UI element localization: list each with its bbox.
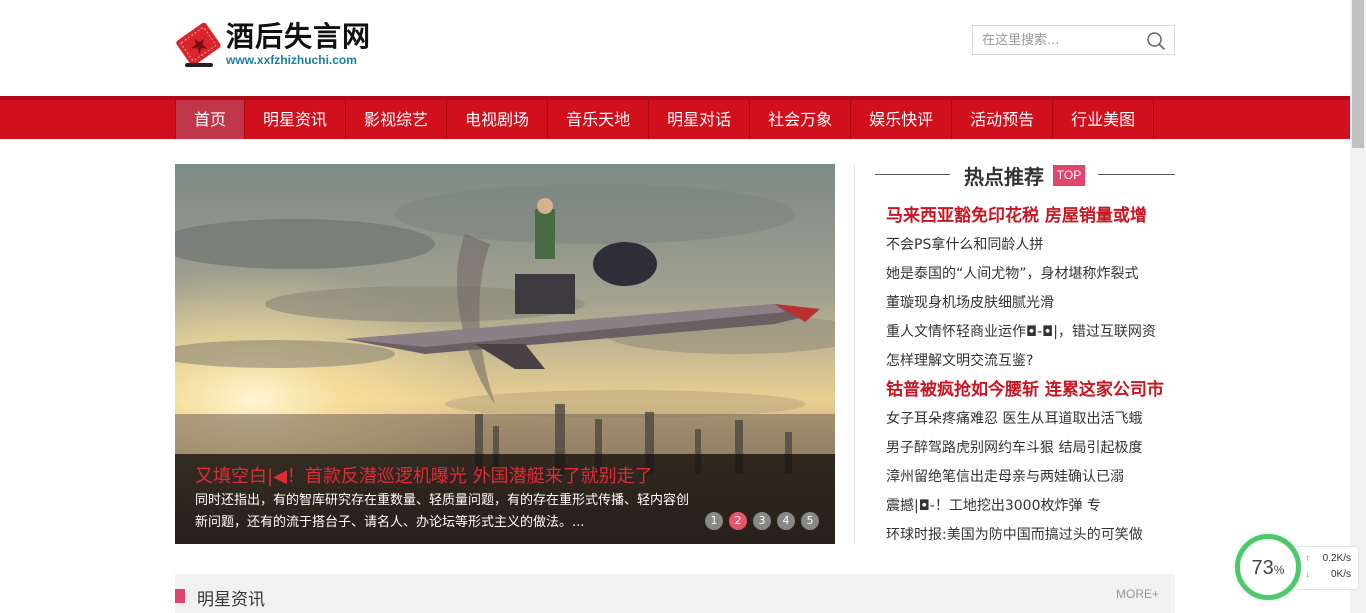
site-header: 酒后失言网 www.xxfzhizhuchi.com — [0, 0, 1350, 96]
hot-item[interactable]: 她是泰国的“人间尤物”，身材堪称炸裂式 — [875, 262, 1175, 291]
nav-item-music[interactable]: 音乐天地 — [548, 100, 650, 139]
slider-dot-1[interactable]: 1 — [705, 512, 723, 530]
section-star-news: 明星资讯 MORE+ — [175, 574, 1175, 613]
download-row: ↓ 0K/s — [1305, 568, 1357, 582]
featured-slider[interactable]: 又填空白|◀！首款反潜巡逻机曝光 外国潜艇来了就别走了 同时还指出，有的智库研究… — [175, 164, 835, 544]
nav-item-ent-review[interactable]: 娱乐快评 — [851, 100, 953, 139]
more-link[interactable]: MORE+ — [1116, 587, 1159, 601]
hot-item-headline[interactable]: 钴普被疯抢如今腰斩 连累这家公司市 — [875, 378, 1175, 407]
nav-item-star-talk[interactable]: 明星对话 — [649, 100, 751, 139]
memory-usage-value: 73% — [1240, 557, 1296, 580]
memory-percent: 73 — [1251, 557, 1274, 579]
slider-dot-2[interactable]: 2 — [729, 512, 747, 530]
section-marker — [175, 589, 185, 603]
search-box — [972, 25, 1175, 55]
hot-item[interactable]: 震撼|◘-！工地挖出3000枚炸弹 专 — [875, 494, 1175, 523]
hot-item-headline[interactable]: 马来西亚豁免印花税 房屋销量或增 — [875, 204, 1175, 233]
hot-item[interactable]: 怎样理解文明交流互鉴? — [875, 349, 1175, 378]
nav-item-star-news[interactable]: 明星资讯 — [245, 100, 347, 139]
hot-item[interactable]: 重人文情怀轻商业运作◘-◘|，错过互联网资 — [875, 320, 1175, 349]
slider-dot-5[interactable]: 5 — [801, 512, 819, 530]
nav-item-home[interactable]: 首页 — [176, 100, 246, 139]
memory-percent-sign: % — [1273, 563, 1285, 577]
upload-arrow-icon: ↑ — [1305, 553, 1310, 564]
nav-item-society[interactable]: 社会万象 — [750, 100, 852, 139]
nav-item-events[interactable]: 活动预告 — [952, 100, 1054, 139]
site-title: 酒后失言网 — [226, 20, 372, 53]
network-speed-widget[interactable]: ↑ 0.2K/s ↓ 0K/s 73% — [1235, 534, 1360, 600]
memory-usage-ring[interactable]: 73% — [1235, 534, 1301, 600]
ticket-logo-icon — [176, 22, 221, 67]
search-icon[interactable] — [1146, 31, 1166, 51]
hot-header: 热点推荐 TOP — [875, 160, 1175, 190]
download-arrow-icon: ↓ — [1305, 569, 1310, 580]
section-title: 明星资讯 — [197, 590, 265, 610]
hot-item[interactable]: 不会PS拿什么和同龄人拼 — [875, 233, 1175, 262]
nav-item-tv-theater[interactable]: 电视剧场 — [447, 100, 549, 139]
hot-list: 马来西亚豁免印花税 房屋销量或增 不会PS拿什么和同龄人拼 她是泰国的“人间尤物… — [875, 204, 1175, 552]
page: 酒后失言网 www.xxfzhizhuchi.com 首页 明星资讯 影视综艺 … — [0, 0, 1366, 613]
hot-item[interactable]: 女子耳朵疼痛难忍 医生从耳道取出活飞蛾 — [875, 407, 1175, 436]
site-logo[interactable]: 酒后失言网 www.xxfzhizhuchi.com — [175, 15, 375, 71]
hot-title: 热点推荐 — [964, 165, 1044, 189]
nav-item-gallery[interactable]: 行业美图 — [1053, 100, 1155, 139]
page-scrollbar[interactable] — [1350, 0, 1366, 613]
hot-item[interactable]: 男子醉驾路虎别网约车斗狠 结局引起极度 — [875, 436, 1175, 465]
slide-title-link[interactable]: 又填空白|◀！首款反潜巡逻机曝光 外国潜艇来了就别走了 — [195, 462, 653, 488]
header-rule-right — [1098, 174, 1175, 175]
upload-speed: 0.2K/s — [1322, 553, 1351, 564]
header-rule-left — [875, 174, 950, 175]
slider-dot-3[interactable]: 3 — [753, 512, 771, 530]
download-speed: 0K/s — [1330, 569, 1351, 580]
hot-item[interactable]: 环球时报:美国为防中国而搞过头的可笑做 — [875, 523, 1175, 552]
search-input[interactable] — [973, 26, 1138, 54]
speed-panel: ↑ 0.2K/s ↓ 0K/s — [1297, 546, 1359, 590]
hot-item[interactable]: 董璇现身机场皮肤细腻光滑 — [875, 291, 1175, 320]
hot-item[interactable]: 漳州留绝笔信出走母亲与两娃确认已溺 — [875, 465, 1175, 494]
column-divider — [854, 164, 855, 544]
slide-description: 同时还指出，有的智库研究存在重数量、轻质量问题，有的存在重形式传播、轻内容创新问… — [195, 493, 690, 530]
site-url: www.xxfzhizhuchi.com — [226, 53, 357, 67]
top-badge: TOP — [1053, 165, 1085, 186]
upload-row: ↑ 0.2K/s — [1305, 552, 1357, 566]
nav-item-film-variety[interactable]: 影视综艺 — [346, 100, 448, 139]
slider-dot-4[interactable]: 4 — [777, 512, 795, 530]
hot-recommend: 热点推荐 TOP 马来西亚豁免印花税 房屋销量或增 不会PS拿什么和同龄人拼 她… — [875, 160, 1175, 543]
main-nav: 首页 明星资讯 影视综艺 电视剧场 音乐天地 明星对话 社会万象 娱乐快评 活动… — [0, 96, 1350, 139]
slide-caption: 又填空白|◀！首款反潜巡逻机曝光 外国潜艇来了就别走了 同时还指出，有的智库研究… — [175, 454, 835, 544]
scrollbar-thumb[interactable] — [1352, 0, 1364, 148]
slider-pagination: 1 2 3 4 5 — [705, 512, 819, 530]
